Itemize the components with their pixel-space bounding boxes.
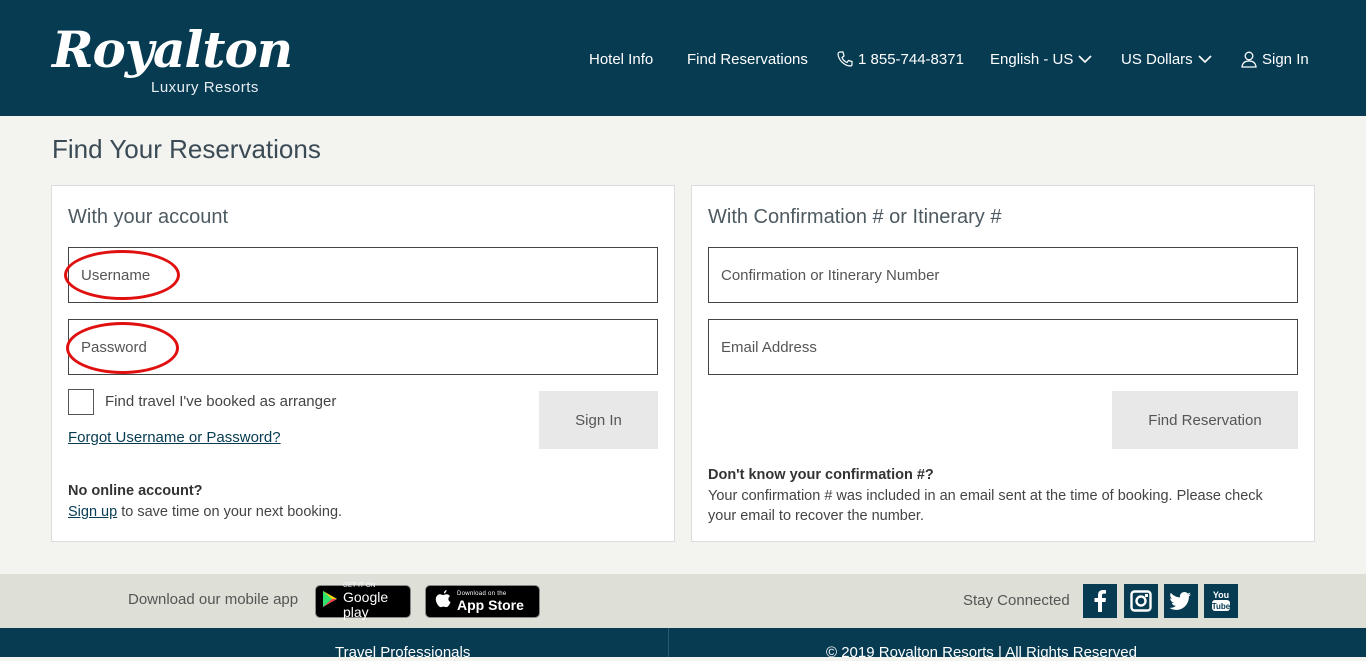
- google-play-text: GET IT ON Google play: [343, 583, 410, 620]
- chevron-down-icon: [1078, 54, 1092, 64]
- instagram-icon[interactable]: [1124, 584, 1158, 618]
- sign-up-line: Sign up to save time on your next bookin…: [68, 502, 342, 522]
- apple-icon: [434, 589, 452, 615]
- royalton-logo[interactable]: Royalton Luxury Resorts: [52, 22, 293, 102]
- nav-hotel-info-label: Hotel Info: [589, 50, 654, 68]
- nav-find-reservations[interactable]: Find Reservations: [687, 48, 808, 70]
- nav-sign-in[interactable]: Sign In: [1241, 48, 1309, 70]
- page-title: Find Your Reservations: [52, 134, 321, 164]
- account-login-panel: With your account Find travel I've booke…: [51, 185, 675, 542]
- no-account-heading: No online account?: [68, 483, 203, 499]
- arranger-checkbox[interactable]: [68, 389, 94, 415]
- currency-selector[interactable]: US Dollars: [1121, 48, 1212, 70]
- facebook-icon[interactable]: [1083, 584, 1117, 618]
- sign-up-link[interactable]: Sign up: [68, 504, 117, 520]
- sign-up-suffix: to save time on your next booking.: [117, 504, 343, 520]
- logo-subtitle: Luxury Resorts: [151, 79, 259, 96]
- arranger-checkbox-label[interactable]: Find travel I've booked as arranger: [105, 393, 336, 410]
- email-address-input[interactable]: [708, 319, 1298, 375]
- download-app-text: Download our mobile app: [128, 591, 299, 608]
- language-selector-label: English - US: [990, 50, 1074, 68]
- nav-sign-in-label: Sign In: [1262, 50, 1309, 68]
- language-selector[interactable]: English - US: [990, 48, 1092, 70]
- mobile-app-strip: Download our mobile app GET IT ON Google…: [0, 574, 1366, 628]
- nav-phone-label: 1 855-744-8371: [858, 50, 964, 68]
- phone-icon: [837, 51, 853, 67]
- site-header: Royalton Luxury Resorts Hotel Info Find …: [0, 0, 1366, 116]
- confirmation-lookup-panel: With Confirmation # or Itinerary # Find …: [691, 185, 1315, 542]
- app-store-text: Download on the App Store: [457, 591, 524, 613]
- svg-text:You: You: [1213, 590, 1229, 600]
- google-play-badge[interactable]: GET IT ON Google play: [315, 583, 411, 620]
- sign-in-button[interactable]: Sign In: [539, 391, 658, 449]
- site-footer: Travel Professionals © 2019 Royalton Res…: [0, 628, 1366, 661]
- confirmation-panel-title: With Confirmation # or Itinerary #: [708, 206, 1002, 228]
- app-store-badge[interactable]: Download on the App Store: [425, 585, 540, 618]
- currency-selector-label: US Dollars: [1121, 50, 1193, 68]
- account-panel-title: With your account: [68, 206, 229, 228]
- google-play-icon: [322, 590, 338, 613]
- app-store-big-label: App Store: [457, 596, 524, 613]
- confirmation-number-input[interactable]: [708, 247, 1298, 303]
- forgot-credentials-link[interactable]: Forgot Username or Password?: [68, 429, 281, 446]
- google-play-big-label: Google play: [343, 589, 389, 620]
- chevron-down-icon: [1198, 54, 1212, 64]
- confirmation-help-line-1: Your confirmation # was included in an e…: [708, 488, 1263, 504]
- youtube-icon[interactable]: You Tube: [1204, 584, 1238, 618]
- nav-hotel-info[interactable]: Hotel Info: [589, 48, 653, 70]
- travel-professionals-link[interactable]: Travel Professionals: [335, 644, 470, 661]
- nav-find-reservations-label: Find Reservations: [687, 50, 808, 68]
- svg-text:Tube: Tube: [1212, 602, 1231, 611]
- user-icon: [1241, 51, 1257, 68]
- logo-wordmark: Royalton: [52, 20, 293, 79]
- stay-connected-text: Stay Connected: [963, 592, 1070, 609]
- confirmation-help-heading: Don't know your confirmation #?: [708, 467, 934, 483]
- footer-divider: [668, 628, 669, 657]
- copyright-text: © 2019 Royalton Resorts | All Rights Res…: [826, 644, 1137, 661]
- confirmation-help-line-2: your email to recover the number.: [708, 508, 924, 524]
- twitter-icon[interactable]: [1164, 584, 1198, 618]
- password-input[interactable]: [68, 319, 658, 375]
- nav-phone[interactable]: 1 855-744-8371: [837, 48, 964, 70]
- find-reservation-button[interactable]: Find Reservation: [1112, 391, 1298, 449]
- username-input[interactable]: [68, 247, 658, 303]
